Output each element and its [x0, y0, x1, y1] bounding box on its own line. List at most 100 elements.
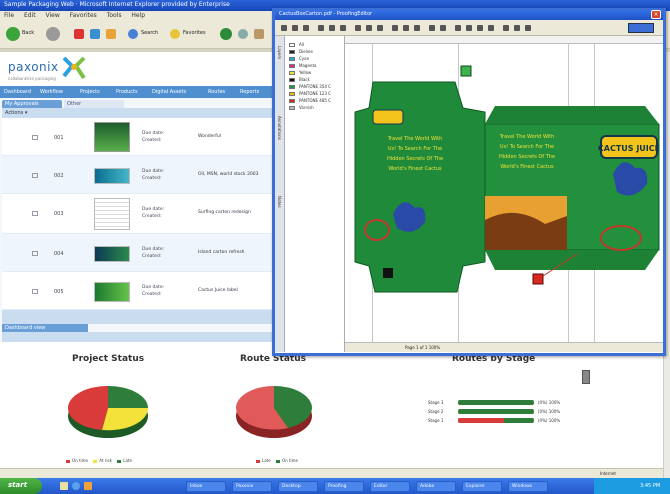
- mail-icon[interactable]: [254, 29, 264, 39]
- pencil-icon[interactable]: [355, 25, 361, 31]
- row-thumbnail[interactable]: [94, 246, 130, 262]
- rect-icon[interactable]: [392, 25, 398, 31]
- favorites-icon[interactable]: [170, 29, 180, 39]
- carton-artwork[interactable]: CACTUS JUICE Travel The World With Us! T…: [345, 44, 663, 342]
- menu-help[interactable]: Help: [131, 12, 145, 19]
- stage-1-bar-late[interactable]: [458, 418, 504, 423]
- tab-other[interactable]: Other: [64, 100, 124, 108]
- menu-file[interactable]: File: [4, 12, 14, 19]
- zoom-icon[interactable]: [329, 25, 335, 31]
- annotation-note-marker[interactable]: [383, 268, 393, 278]
- side-tab-layers[interactable]: Layers: [277, 46, 282, 59]
- row-name[interactable]: Wonderful: [198, 134, 221, 139]
- nav-workflow[interactable]: Workflow: [40, 89, 63, 95]
- menu-tools[interactable]: Tools: [107, 12, 122, 19]
- nav-routes[interactable]: Routes: [208, 89, 225, 95]
- chart-scroll-icon[interactable]: [582, 370, 590, 384]
- row-thumbnail[interactable]: [94, 168, 130, 184]
- media-icon[interactable]: [220, 28, 232, 40]
- note-icon[interactable]: [366, 25, 372, 31]
- nav-digital-assets[interactable]: Digital Assets: [152, 89, 186, 95]
- row-thumbnail[interactable]: [94, 122, 130, 152]
- layer-item[interactable]: Magenta: [289, 63, 316, 68]
- menu-favorites[interactable]: Favorites: [70, 12, 97, 19]
- taskbar-item[interactable]: Explorer: [462, 481, 502, 492]
- tray-clock[interactable]: 3:45 PM: [640, 483, 660, 489]
- taskbar-item[interactable]: Proofing: [324, 481, 364, 492]
- layer-item[interactable]: Black: [289, 77, 310, 82]
- list-item[interactable]: 005 Due date: Created: Cactus Juice label: [2, 272, 280, 310]
- nav-products[interactable]: Products: [116, 89, 138, 95]
- stage-2-bar[interactable]: [458, 409, 534, 414]
- favorites-label[interactable]: Favorites: [183, 30, 206, 36]
- home-icon[interactable]: [106, 29, 116, 39]
- open-icon[interactable]: [281, 25, 287, 31]
- back-icon[interactable]: [6, 27, 20, 41]
- row-name[interactable]: Island carton refresh: [198, 250, 245, 255]
- save-icon[interactable]: [292, 25, 298, 31]
- row-checkbox[interactable]: [32, 289, 38, 294]
- taskbar-item[interactable]: Editor: [370, 481, 410, 492]
- first-page-icon[interactable]: [466, 25, 472, 31]
- nav-projects[interactable]: Projects: [80, 89, 100, 95]
- history-icon[interactable]: [238, 29, 248, 39]
- search-label[interactable]: Search: [141, 30, 158, 36]
- start-button[interactable]: start: [0, 478, 42, 494]
- pan-icon[interactable]: [340, 25, 346, 31]
- layer-item[interactable]: PANTONE 354 C: [289, 84, 331, 89]
- side-tab-annotations[interactable]: Annotations: [277, 116, 282, 140]
- print-icon[interactable]: [303, 25, 309, 31]
- layer-item[interactable]: All: [289, 42, 304, 47]
- list-item[interactable]: 003 Due date: Created: Surfing carton red…: [2, 194, 280, 234]
- nav-reports[interactable]: Reports: [240, 89, 259, 95]
- arrow-icon[interactable]: [377, 25, 383, 31]
- back-label[interactable]: Back: [22, 30, 34, 36]
- list-actions-dropdown[interactable]: Actions ▾: [2, 108, 280, 118]
- stage-3-bar[interactable]: [458, 400, 534, 405]
- layer-item[interactable]: Cyan: [289, 56, 309, 61]
- quicklaunch-desktop-icon[interactable]: [60, 482, 68, 490]
- densitometer-icon[interactable]: [440, 25, 446, 31]
- layer-item[interactable]: Yellow: [289, 70, 311, 75]
- nav-dashboard[interactable]: Dashboard: [4, 89, 31, 95]
- row-checkbox[interactable]: [32, 211, 38, 216]
- select-icon[interactable]: [318, 25, 324, 31]
- pie-slice-green[interactable]: [108, 386, 148, 408]
- layer-item[interactable]: PANTONE 485 C: [289, 98, 331, 103]
- row-name[interactable]: Oil, MSN, world stock 2003: [198, 172, 259, 177]
- help-icon[interactable]: [525, 25, 531, 31]
- zoom-select[interactable]: [628, 23, 654, 33]
- menu-edit[interactable]: Edit: [24, 12, 36, 19]
- forward-icon[interactable]: [46, 27, 60, 41]
- taskbar-item[interactable]: Inbox: [186, 481, 226, 492]
- editor-title-bar[interactable]: CactusBoxCarton.pdf - ProofingEditor: [275, 10, 663, 20]
- compare-icon[interactable]: [455, 25, 461, 31]
- approve-icon[interactable]: [503, 25, 509, 31]
- taskbar-item[interactable]: Windows: [508, 481, 548, 492]
- layer-item[interactable]: PANTONE 123 C: [289, 91, 331, 96]
- list-item[interactable]: 001 Due date: Created: Wonderful: [2, 118, 280, 156]
- quicklaunch-mail-icon[interactable]: [84, 482, 92, 490]
- list-item[interactable]: 002 Due date: Created: Oil, MSN, world st…: [2, 156, 280, 194]
- row-checkbox[interactable]: [32, 135, 38, 140]
- prev-page-icon[interactable]: [477, 25, 483, 31]
- quicklaunch-ie-icon[interactable]: [72, 482, 80, 490]
- row-checkbox[interactable]: [32, 251, 38, 256]
- annotation-note-marker[interactable]: [460, 65, 472, 77]
- tab-dashboard-view[interactable]: Dashboard view: [2, 324, 88, 332]
- annotation-note-marker[interactable]: [532, 273, 544, 285]
- list-item[interactable]: 004 Due date: Created: Island carton refr…: [2, 234, 280, 272]
- line-icon[interactable]: [414, 25, 420, 31]
- row-name[interactable]: Surfing carton redesign: [198, 210, 251, 215]
- row-checkbox[interactable]: [32, 173, 38, 178]
- taskbar-item[interactable]: Paxonix: [232, 481, 272, 492]
- row-thumbnail[interactable]: [94, 198, 130, 230]
- taskbar-item[interactable]: Desktop: [278, 481, 318, 492]
- layer-item[interactable]: Varnish: [289, 105, 314, 110]
- menu-view[interactable]: View: [46, 12, 60, 19]
- row-thumbnail[interactable]: [94, 282, 130, 302]
- row-name[interactable]: Cactus Juice label: [198, 288, 238, 293]
- refresh-icon[interactable]: [90, 29, 100, 39]
- taskbar-item[interactable]: Adobe: [416, 481, 456, 492]
- editor-close-button[interactable]: ×: [651, 10, 661, 19]
